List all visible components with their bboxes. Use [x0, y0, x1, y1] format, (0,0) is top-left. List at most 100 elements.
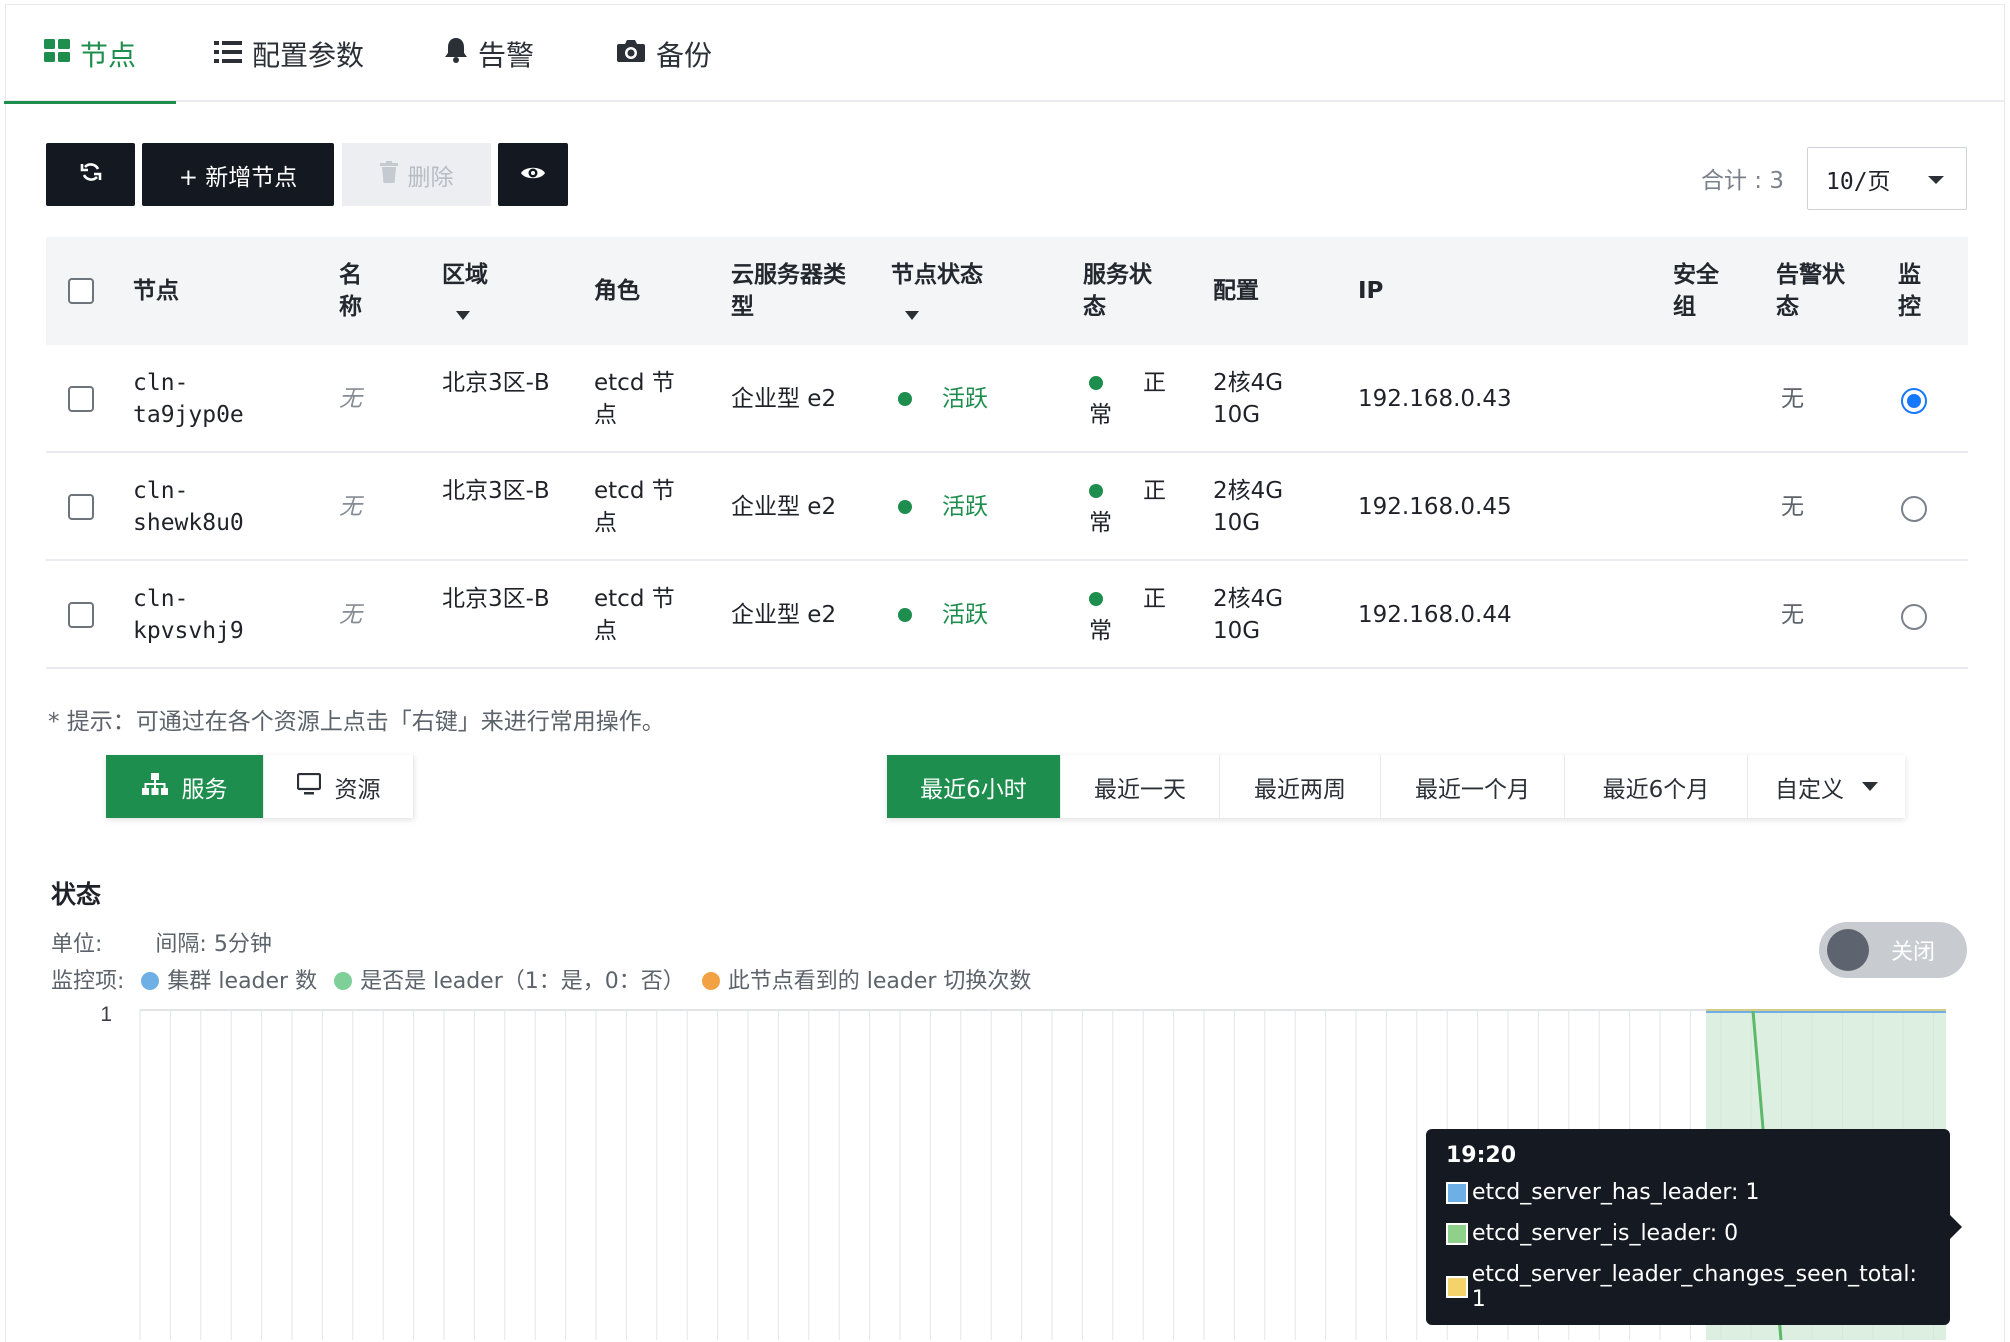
table-header: 节点 名称 区域 角色 云服务器类型 节点状态 服务状态 配置 IP 安全组 告…	[46, 237, 1968, 345]
monitor-radio[interactable]	[1901, 496, 1927, 522]
legend-dot-icon	[334, 972, 353, 990]
row-checkbox[interactable]	[68, 494, 94, 520]
node-cloud-type: 企业型 e2	[731, 602, 837, 628]
delete-button[interactable]: 删除	[342, 143, 491, 206]
tab-label: 备份	[656, 38, 713, 72]
node-role: etcd 节点	[594, 478, 675, 536]
swatch-icon	[1446, 1222, 1468, 1245]
node-config: 2核4G 10G	[1213, 370, 1284, 428]
legend-dot-icon	[141, 972, 160, 990]
row-checkbox[interactable]	[68, 602, 94, 628]
node-id[interactable]: cln-shewk8u0	[133, 475, 263, 539]
legend-item[interactable]: 此节点看到的 leader 切换次数	[692, 969, 1031, 994]
header-node-status[interactable]: 节点状态	[891, 259, 983, 329]
sort-down-icon	[456, 297, 488, 329]
header-region[interactable]: 区域	[442, 259, 488, 329]
header-cloud-type: 云服务器类型	[731, 262, 846, 320]
toggle-knob	[1827, 929, 1869, 971]
node-region: 北京3区-B	[442, 586, 550, 612]
chart-toggle[interactable]: 关闭	[1819, 922, 1967, 978]
tooltip-item: etcd_server_has_leader: 1	[1446, 1180, 1930, 1205]
refresh-icon	[80, 161, 102, 189]
sort-down-icon	[905, 297, 983, 329]
bell-icon	[444, 37, 468, 70]
node-status: 活跃	[898, 383, 988, 415]
range-6h-button[interactable]: 最近6小时	[887, 755, 1061, 818]
header-alarm-status: 告警状态	[1776, 262, 1845, 320]
header-service-status: 服务状态	[1083, 262, 1152, 320]
node-cloud-type: 企业型 e2	[731, 386, 837, 412]
status-dot-icon	[898, 392, 912, 406]
header-node: 节点	[133, 278, 179, 304]
legend-dot-icon	[701, 972, 720, 990]
y-tick-label: 1	[100, 1003, 112, 1026]
caret-down-icon	[1928, 176, 1944, 184]
chart-tooltip: 19:20 etcd_server_has_leader: 1 etcd_ser…	[1426, 1129, 1962, 1325]
range-custom-dropdown[interactable]: 自定义	[1748, 755, 1905, 818]
status-dot-icon	[1089, 376, 1103, 390]
view-button[interactable]	[498, 143, 568, 206]
service-status: 正常	[1089, 370, 1166, 428]
header-ip: IP	[1358, 278, 1384, 304]
monitor-radio[interactable]	[1901, 388, 1927, 414]
range-1m-button[interactable]: 最近一个月	[1381, 755, 1565, 818]
hint-text: * 提示：可通过在各个资源上点击「右键」来进行常用操作。	[48, 709, 665, 735]
tab-label: 节点	[80, 38, 137, 72]
node-role: etcd 节点	[594, 370, 675, 428]
table-row[interactable]: cln-ta9jyp0e 无 北京3区-B etcd 节点 企业型 e2 活跃 …	[46, 345, 1968, 453]
tab-nodes[interactable]: 节点	[3, 5, 177, 104]
table-row[interactable]: cln-shewk8u0 无 北京3区-B etcd 节点 企业型 e2 活跃 …	[46, 453, 1968, 561]
camera-icon	[616, 37, 646, 70]
tooltip-item: etcd_server_leader_changes_seen_total: 1	[1446, 1262, 1930, 1312]
header-region-label: 区域	[442, 262, 488, 288]
row-checkbox[interactable]	[68, 386, 94, 412]
monitor-radio[interactable]	[1901, 604, 1927, 630]
node-name: 无	[339, 602, 362, 628]
header-name: 名称	[339, 262, 362, 320]
page-size-value: 10/页	[1826, 168, 1891, 195]
page-size-select[interactable]: 10/页	[1807, 147, 1967, 210]
select-all-checkbox[interactable]	[68, 278, 94, 304]
swatch-icon	[1446, 1276, 1468, 1298]
table-row[interactable]: cln-kpvsvhj9 无 北京3区-B etcd 节点 企业型 e2 活跃 …	[46, 561, 1968, 669]
node-name: 无	[339, 494, 362, 520]
range-2w-button[interactable]: 最近两周	[1220, 755, 1381, 818]
node-config: 2核4G 10G	[1213, 478, 1284, 536]
service-status: 正常	[1089, 586, 1166, 644]
swatch-icon	[1446, 1181, 1468, 1204]
legend-item[interactable]: 集群 leader 数	[131, 969, 317, 994]
add-node-button[interactable]: + 新增节点	[142, 143, 334, 206]
caret-down-icon	[1862, 782, 1878, 791]
tab-alarm[interactable]: 告警	[444, 5, 534, 102]
status-dot-icon	[898, 500, 912, 514]
tab-label: 告警	[478, 38, 535, 72]
refresh-button[interactable]	[46, 143, 135, 206]
service-status: 正常	[1089, 478, 1166, 536]
tooltip-time: 19:20	[1446, 1143, 1517, 1168]
page-frame: 节点 配置参数 告警 备份 + 新增节点 删除 合计: 3 10/页 节点 名…	[3, 4, 2005, 1342]
node-id[interactable]: cln-ta9jyp0e	[133, 367, 263, 431]
node-cloud-type: 企业型 e2	[731, 494, 837, 520]
node-ip: 192.168.0.45	[1358, 494, 1512, 520]
alarm-status: 无	[1781, 602, 1804, 628]
section-title: 状态	[51, 880, 102, 909]
node-ip: 192.168.0.43	[1358, 386, 1512, 412]
range-1d-button[interactable]: 最近一天	[1061, 755, 1220, 818]
node-id[interactable]: cln-kpvsvhj9	[133, 583, 263, 647]
range-6m-button[interactable]: 最近6个月	[1565, 755, 1748, 818]
tab-backup[interactable]: 备份	[616, 5, 712, 102]
list-icon	[214, 37, 242, 70]
alarm-status: 无	[1781, 386, 1804, 412]
node-region: 北京3区-B	[442, 370, 550, 396]
eye-icon	[520, 162, 546, 188]
monitor-icon	[296, 772, 321, 801]
alarm-status: 无	[1781, 494, 1804, 520]
delete-label: 删除	[407, 164, 454, 191]
header-node-status-label: 节点状态	[891, 262, 983, 288]
header-security-group: 安全组	[1673, 262, 1719, 320]
view-service-button[interactable]: 服务	[106, 755, 264, 818]
legend-item[interactable]: 是否是 leader（1：是，0：否）	[324, 969, 685, 994]
view-resource-button[interactable]: 资源	[264, 755, 414, 818]
tab-config[interactable]: 配置参数	[214, 5, 364, 102]
node-status: 活跃	[898, 599, 988, 631]
